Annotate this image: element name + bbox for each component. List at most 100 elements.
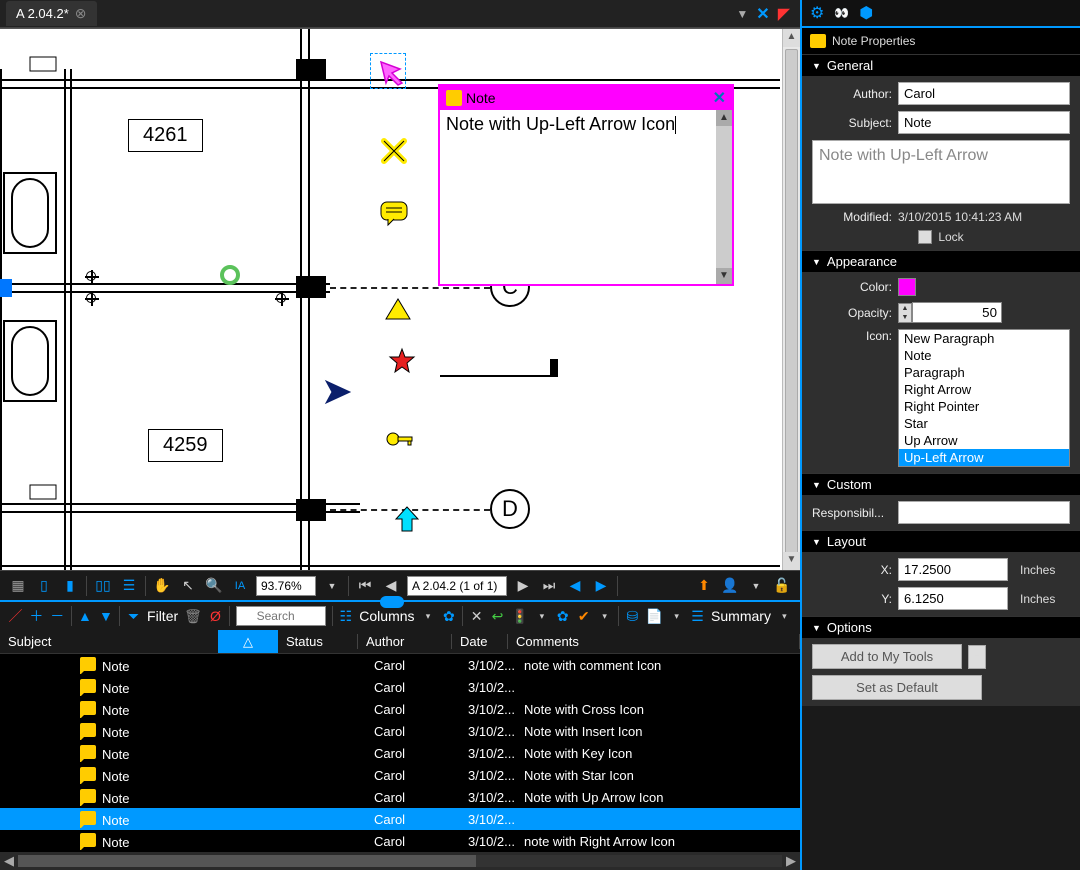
panel-split-handle-icon[interactable] (380, 596, 404, 608)
document-tab[interactable]: A 2.04.2* ⊗ (6, 1, 97, 26)
trash-icon[interactable]: 🗑 (184, 606, 202, 626)
table-row[interactable]: Note Carol 3/10/2... (0, 808, 800, 830)
columns-label[interactable]: Columns (359, 608, 414, 624)
export-icon[interactable]: 📄 (646, 606, 663, 626)
set-default-button[interactable]: Set as Default (812, 675, 982, 700)
subject-input[interactable] (898, 111, 1070, 134)
col-status[interactable]: Status (278, 634, 358, 649)
user-dropdown-icon[interactable]: ▼ (746, 576, 766, 596)
table-row[interactable]: Note Carol 3/10/2... Note with Key Icon (0, 742, 800, 764)
text-select-icon[interactable]: IA (230, 576, 250, 596)
columns-dropdown-icon[interactable]: ▾ (421, 606, 436, 626)
section-layout[interactable]: ▼Layout (802, 530, 1080, 552)
delete-markup-icon[interactable]: ✕ (469, 606, 484, 626)
cross-markup-icon[interactable] (380, 137, 408, 165)
col-subject[interactable]: Subject (0, 634, 226, 649)
icon-select-list[interactable]: New ParagraphNoteParagraphRight ArrowRig… (898, 329, 1070, 467)
next-view-icon[interactable]: ▶ (591, 576, 611, 596)
note-popup[interactable]: Note ✕ Note with Up-Left Arrow Icon ▲▼ (438, 84, 734, 286)
select-tool-icon[interactable]: ↖ (178, 576, 198, 596)
canvas-vertical-scrollbar[interactable]: ▲ ▼ (782, 29, 800, 570)
markups-search-input[interactable] (236, 606, 326, 626)
import-icon[interactable]: ⛁ (625, 606, 640, 626)
lock-checkbox[interactable] (918, 230, 932, 244)
table-row[interactable]: Note Carol 3/10/2... Note with Insert Ic… (0, 720, 800, 742)
zoom-dropdown-icon[interactable]: ▼ (322, 576, 342, 596)
check-dropdown-icon[interactable]: ▾ (597, 606, 612, 626)
collapse-up-icon[interactable]: ▲ (78, 606, 93, 626)
col-date[interactable]: Date (452, 634, 508, 649)
up-left-arrow-markup-icon[interactable] (378, 59, 408, 89)
x-input[interactable] (898, 558, 1008, 581)
sort-indicator-icon[interactable]: △ (218, 630, 278, 653)
two-page-icon[interactable]: ▯▯ (93, 576, 113, 596)
popup-scrollbar[interactable]: ▲▼ (716, 110, 732, 284)
table-row[interactable]: Note Carol 3/10/2... note with Right Arr… (0, 830, 800, 852)
thumbnail-view-icon[interactable]: ▦ (8, 576, 28, 596)
page-indicator-input[interactable] (407, 576, 507, 596)
markups-indicator-icon[interactable]: ／ (8, 606, 23, 626)
first-page-icon[interactable]: ⏮ (355, 576, 375, 596)
markups-horizontal-scrollbar[interactable]: ◀▶ (0, 852, 800, 870)
settings-icon[interactable]: ✿ (555, 606, 570, 626)
reply-icon[interactable]: ↩ (490, 606, 505, 626)
up-arrow-markup-icon[interactable] (394, 505, 420, 535)
section-appearance[interactable]: ▼Appearance (802, 250, 1080, 272)
table-row[interactable]: Note Carol 3/10/2... note with comment I… (0, 654, 800, 676)
3d-icon[interactable]: ⬢ (859, 3, 873, 23)
two-page-continuous-icon[interactable]: ☰ (119, 576, 139, 596)
responsibility-input[interactable] (898, 501, 1070, 524)
note-popup-titlebar[interactable]: Note ✕ (440, 86, 732, 110)
icon-option[interactable]: Paragraph (899, 364, 1069, 381)
icon-option[interactable]: Right Arrow (899, 381, 1069, 398)
checkmark-icon[interactable]: ✔ (576, 606, 591, 626)
add-markup-icon[interactable]: ＋ (29, 606, 44, 626)
filter-icon[interactable]: ⏷ (126, 606, 141, 626)
summary-dropdown-icon[interactable]: ▾ (777, 606, 792, 626)
icon-option[interactable]: New Paragraph (899, 330, 1069, 347)
document-canvas[interactable]: C D 4261 4259 (0, 28, 800, 570)
remove-markup-icon[interactable]: － (50, 606, 65, 626)
close-tab-icon[interactable]: ⊗ (75, 5, 87, 22)
upload-icon[interactable]: ⬆ (694, 576, 714, 596)
clear-filter-icon[interactable]: Ø (208, 606, 223, 626)
section-options[interactable]: ▼Options (802, 616, 1080, 638)
table-row[interactable]: Note Carol 3/10/2... (0, 676, 800, 698)
expand-down-icon[interactable]: ▼ (98, 606, 113, 626)
single-page-icon[interactable]: ▯ (34, 576, 54, 596)
next-page-icon[interactable]: ▶ (513, 576, 533, 596)
columns-icon[interactable]: ☷ (338, 606, 353, 626)
zoom-tool-icon[interactable]: 🔍 (204, 576, 224, 596)
icon-option[interactable]: Up-Left Arrow (899, 449, 1069, 466)
zoom-level-input[interactable] (256, 576, 316, 596)
icon-option[interactable]: Note (899, 347, 1069, 364)
right-pointer-markup-icon[interactable] (324, 379, 354, 405)
pan-tool-icon[interactable]: ✋ (152, 576, 172, 596)
star-markup-icon[interactable] (388, 347, 416, 375)
tab-menu-chevron-icon[interactable]: ▼ (732, 7, 752, 21)
section-general[interactable]: ▼General (802, 54, 1080, 76)
description-textarea[interactable]: Note with Up-Left Arrow (812, 140, 1070, 204)
icon-option[interactable]: Star (899, 415, 1069, 432)
add-to-tools-dropdown-icon[interactable]: ▾ (968, 645, 986, 669)
filter-label[interactable]: Filter (147, 608, 178, 624)
manage-columns-icon[interactable]: ✿ (441, 606, 456, 626)
user-icon[interactable]: 👤 (720, 576, 740, 596)
insert-markup-icon[interactable] (384, 297, 412, 321)
gear-icon[interactable]: ⚙ (810, 3, 824, 23)
col-comments[interactable]: Comments (508, 634, 800, 649)
note-popup-body[interactable]: Note with Up-Left Arrow Icon ▲▼ (440, 110, 732, 284)
icon-option[interactable]: Right Pointer (899, 398, 1069, 415)
prev-page-icon[interactable]: ◀ (381, 576, 401, 596)
opacity-input[interactable] (912, 302, 1002, 323)
close-all-tabs-icon[interactable]: ✕ (752, 4, 773, 24)
last-page-icon[interactable]: ⏭ (539, 576, 559, 596)
status-icon[interactable]: 🚦 (511, 606, 528, 626)
table-row[interactable]: Note Carol 3/10/2... Note with Cross Ico… (0, 698, 800, 720)
continuous-page-icon[interactable]: ▮ (60, 576, 80, 596)
binoculars-icon[interactable]: 👀 (834, 6, 849, 20)
opacity-spinner[interactable]: ▲▼ (898, 303, 912, 323)
comment-markup-icon[interactable] (380, 201, 410, 227)
add-to-tools-button[interactable]: Add to My Tools (812, 644, 962, 669)
table-row[interactable]: Note Carol 3/10/2... Note with Up Arrow … (0, 786, 800, 808)
